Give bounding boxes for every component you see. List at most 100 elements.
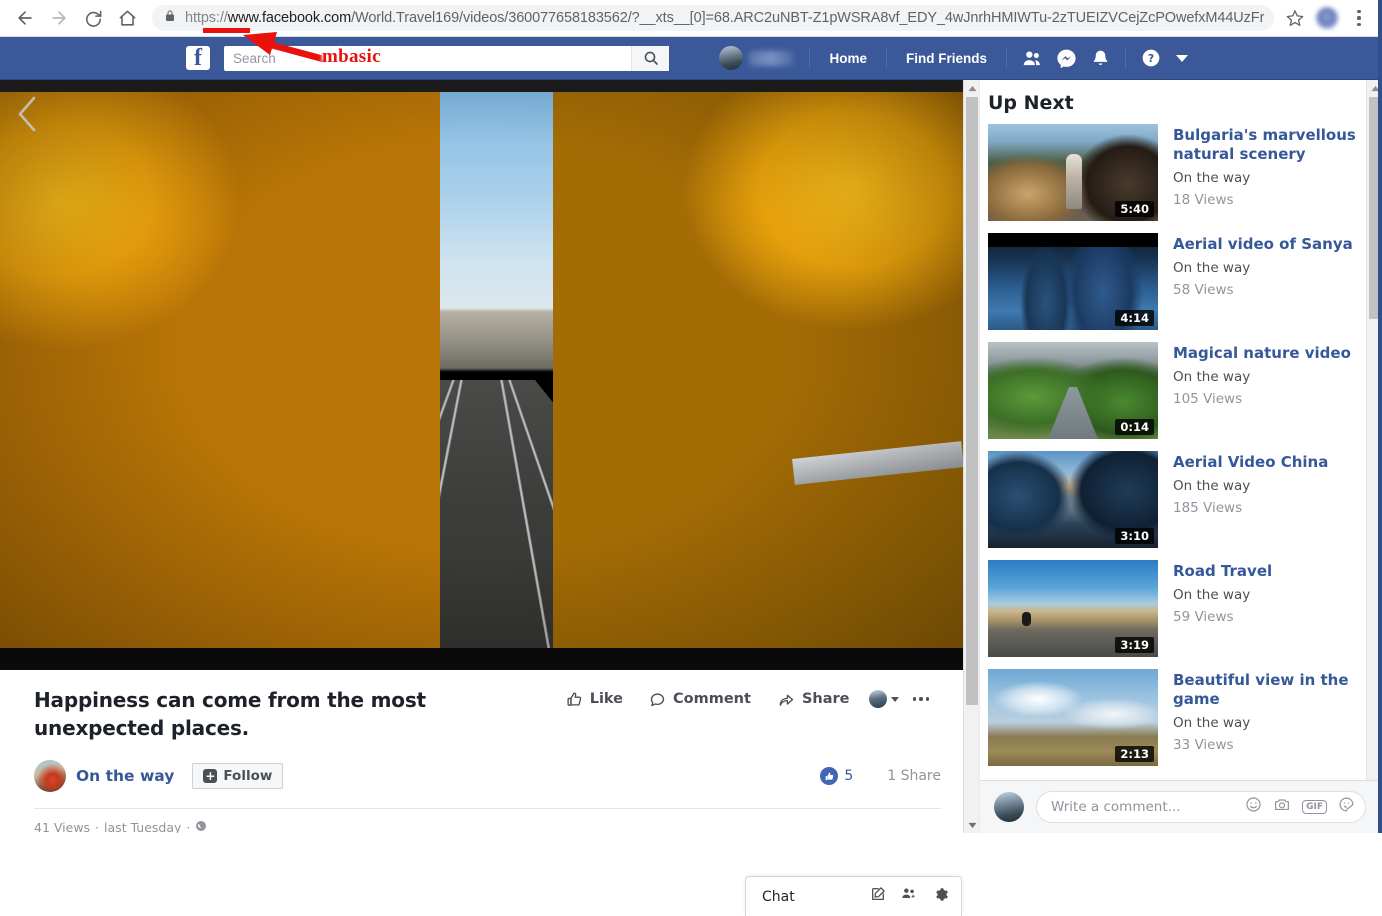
previous-video-chevron-icon[interactable] <box>10 92 46 136</box>
reaction-count: 5 <box>844 768 853 784</box>
help-icon[interactable]: ? <box>1134 44 1168 72</box>
facebook-navbar: f Search Home Find Friends <box>0 37 1382 80</box>
forward-button[interactable] <box>42 1 76 35</box>
share-button[interactable]: Share <box>764 691 863 708</box>
browser-profile-avatar[interactable] <box>1312 3 1342 33</box>
up-next-item-meta: Bulgaria's marvellous natural scenery On … <box>1173 124 1363 221</box>
video-thumbnail[interactable]: 2:13 <box>988 669 1158 766</box>
follow-button[interactable]: + Follow <box>192 763 283 789</box>
new-group-icon[interactable] <box>900 886 918 907</box>
follow-plus-icon: + <box>203 769 217 783</box>
bookmark-star-icon[interactable] <box>1280 3 1310 33</box>
svg-text:?: ? <box>1148 52 1154 65</box>
up-next-item-title[interactable]: Road Travel <box>1173 562 1272 581</box>
post-text: Happiness can come from the most unexpec… <box>34 686 553 742</box>
up-next-item-owner: On the way <box>1173 715 1363 731</box>
nav-link-find-friends[interactable]: Find Friends <box>895 51 998 66</box>
notifications-icon[interactable] <box>1083 44 1117 72</box>
page-name-link[interactable]: On the way <box>76 767 174 785</box>
up-next-item-title[interactable]: Aerial video of Sanya <box>1173 235 1353 254</box>
video-thumbnail[interactable]: 5:40 <box>988 124 1158 221</box>
kebab-dot <box>1357 23 1360 26</box>
share-count[interactable]: 1 Share <box>887 768 941 784</box>
url-host: facebook.com <box>262 10 351 26</box>
messenger-icon[interactable] <box>1049 44 1083 72</box>
home-button[interactable] <box>110 1 144 35</box>
thumb-road <box>1048 387 1098 439</box>
facebook-logo-icon[interactable]: f <box>186 46 210 70</box>
address-bar[interactable]: https://www.facebook.com/World.Travel169… <box>152 5 1274 31</box>
page-body: Happiness can come from the most unexpec… <box>0 80 1382 833</box>
up-next-item[interactable]: 2:13 Beautiful view in the game On the way… <box>988 669 1382 766</box>
up-next-item[interactable]: 3:19Road TravelOn the way59 Views <box>988 560 1382 657</box>
up-next-item-owner: On the way <box>1173 369 1351 385</box>
post-container: Happiness can come from the most unexpec… <box>0 670 963 833</box>
emoji-icon[interactable] <box>1245 796 1262 818</box>
scroll-up-arrow-icon[interactable] <box>964 80 980 96</box>
video-thumbnail[interactable]: 0:14 <box>988 342 1158 439</box>
back-button[interactable] <box>8 1 42 35</box>
thumb-subject <box>1022 612 1031 626</box>
page-avatar[interactable] <box>34 760 66 792</box>
video-duration: 3:19 <box>1115 637 1154 653</box>
comment-composer: Write a comment... GIF <box>980 780 1382 833</box>
video-player[interactable] <box>0 80 963 670</box>
up-next-item-meta: Aerial Video ChinaOn the way185 Views <box>1173 451 1328 548</box>
up-next-item-title[interactable]: Bulgaria's marvellous natural scenery <box>1173 126 1363 164</box>
nav-link-home[interactable]: Home <box>818 51 878 66</box>
dot <box>919 697 923 701</box>
camera-icon[interactable] <box>1273 796 1291 818</box>
share-arrow-icon <box>777 691 795 708</box>
up-next-item[interactable]: 0:14Magical nature videoOn the way105 Vi… <box>988 342 1382 439</box>
video-duration: 4:14 <box>1115 310 1154 326</box>
video-duration: 0:14 <box>1115 419 1154 435</box>
sticker-icon[interactable] <box>1338 796 1355 818</box>
url-path: /World.Travel169/videos/360077658183562/… <box>351 10 1264 26</box>
share-label: Share <box>802 691 850 707</box>
comment-input[interactable]: Write a comment... GIF <box>1036 791 1366 823</box>
composer-avatar <box>994 792 1024 822</box>
reload-button[interactable] <box>76 1 110 35</box>
chevron-down-icon <box>891 697 899 702</box>
up-next-item[interactable]: 5:40Bulgaria's marvellous natural scener… <box>988 124 1382 221</box>
video-thumbnail[interactable]: 3:19 <box>988 560 1158 657</box>
up-next-item-title[interactable]: Magical nature video <box>1173 344 1351 363</box>
audience-avatar <box>869 690 887 708</box>
chat-widget[interactable]: Chat <box>745 876 962 916</box>
reaction-summary[interactable]: 5 <box>820 767 853 785</box>
video-duration: 2:13 <box>1115 746 1154 762</box>
browser-menu-button[interactable] <box>1344 3 1374 33</box>
up-next-item[interactable]: 3:10Aerial Video ChinaOn the way185 View… <box>988 451 1382 548</box>
up-next-item-title[interactable]: Beautiful view in the game <box>1173 671 1363 709</box>
video-thumbnail[interactable]: 3:10 <box>988 451 1158 548</box>
settings-gear-icon[interactable] <box>932 886 949 908</box>
url-host-prefix: www. <box>228 10 262 26</box>
compose-icon[interactable] <box>870 886 886 907</box>
gif-icon[interactable]: GIF <box>1302 800 1327 814</box>
audience-selector[interactable] <box>863 690 899 708</box>
post-timestamp[interactable]: last Tuesday <box>104 820 181 833</box>
up-next-item-owner: On the way <box>1173 170 1363 186</box>
up-next-item-title[interactable]: Aerial Video China <box>1173 453 1328 472</box>
comment-button[interactable]: Comment <box>636 691 764 708</box>
up-next-item[interactable]: 4:14Aerial video of SanyaOn the way58 Vi… <box>988 233 1382 330</box>
thumb-letterbox <box>988 233 1158 247</box>
profile-name-blurred <box>749 51 793 66</box>
comment-bubble-icon <box>649 691 666 708</box>
dot <box>926 697 930 701</box>
scroll-down-arrow-icon[interactable] <box>964 817 980 833</box>
nav-profile-link[interactable] <box>719 46 793 70</box>
follow-label: Follow <box>223 768 272 784</box>
meta-separator: · <box>186 820 190 833</box>
main-scrollbar[interactable] <box>963 80 979 833</box>
comment-placeholder: Write a comment... <box>1051 799 1245 815</box>
up-next-sidebar: Up Next 5:40Bulgaria's marvellous natura… <box>980 80 1382 833</box>
up-next-item-meta: Magical nature videoOn the way105 Views <box>1173 342 1351 439</box>
post-more-options-button[interactable] <box>899 697 942 701</box>
account-menu-caret-icon[interactable] <box>1176 55 1188 62</box>
friend-requests-icon[interactable] <box>1015 44 1049 72</box>
video-thumbnail[interactable]: 4:14 <box>988 233 1158 330</box>
search-icon[interactable] <box>631 46 669 71</box>
like-button[interactable]: Like <box>553 691 636 708</box>
main-scrollbar-thumb[interactable] <box>966 97 978 705</box>
